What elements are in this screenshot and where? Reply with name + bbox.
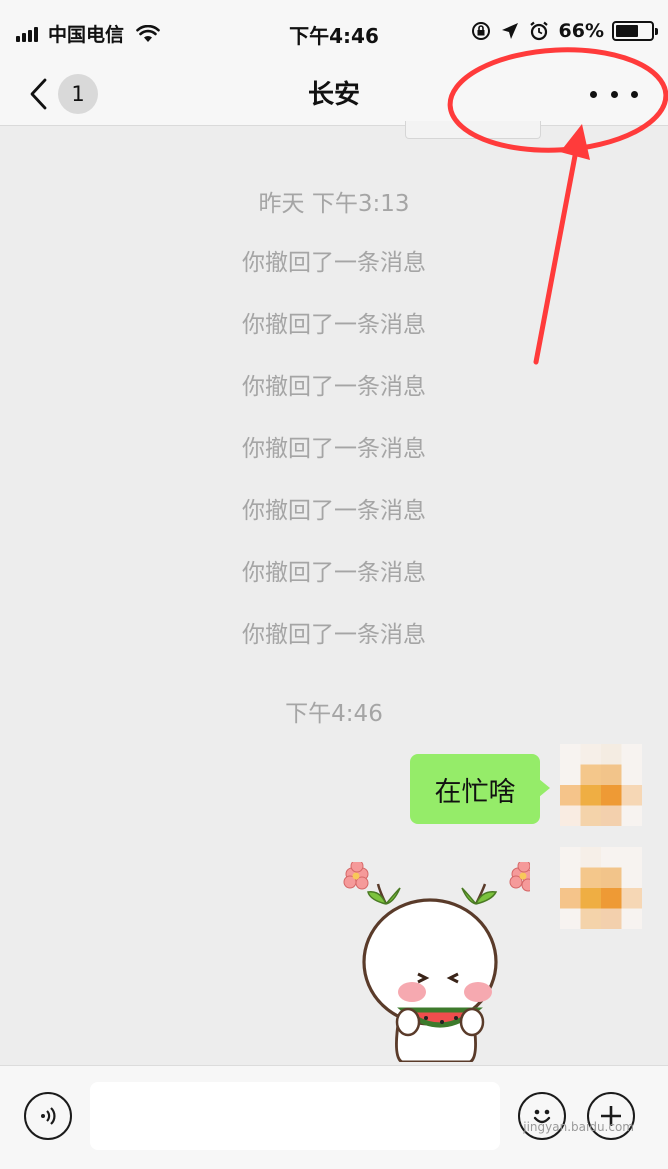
battery-percent: 66%	[558, 20, 604, 42]
battery-icon	[612, 21, 658, 41]
location-icon	[501, 23, 518, 39]
timestamp: 下午4:46	[285, 701, 383, 727]
more-dot	[610, 90, 618, 98]
avatar[interactable]	[560, 744, 642, 826]
voice-button[interactable]	[24, 1092, 72, 1140]
message-input[interactable]	[90, 1082, 500, 1150]
recalled-message-notice: 你撤回了一条消息	[242, 436, 426, 462]
recalled-message-notice: 你撤回了一条消息	[242, 374, 426, 400]
status-bar: 中国电信 下午4:46 66%	[0, 0, 668, 62]
more-button[interactable]	[590, 76, 638, 112]
nav-bar: 1 长安	[0, 62, 668, 126]
timestamp: 昨天 下午3:13	[258, 191, 410, 217]
more-dot	[631, 90, 638, 98]
chat-title: 长安	[307, 80, 360, 110]
voice-icon	[41, 1107, 56, 1125]
recalled-message-notice: 你撤回了一条消息	[242, 622, 426, 648]
rotation-lock-icon	[471, 22, 490, 40]
alarm-icon	[529, 21, 548, 41]
recalled-message-notice: 你撤回了一条消息	[242, 498, 426, 524]
chat-area[interactable]: 昨天 下午3:13 你撤回了一条消息 你撤回了一条消息 你撤回了一条消息 你撤回…	[0, 121, 668, 1065]
recalled-message-notice: 你撤回了一条消息	[242, 312, 426, 338]
watermelon-sticker[interactable]	[330, 862, 530, 1062]
recalled-message-notice: 你撤回了一条消息	[242, 560, 426, 586]
status-right: 66%	[471, 20, 658, 42]
avatar[interactable]	[560, 847, 642, 929]
input-bar	[0, 1065, 668, 1169]
recalled-message-notice: 你撤回了一条消息	[242, 250, 426, 276]
previous-message-card	[405, 121, 541, 139]
watermark: jingyan.baidu.com	[523, 1120, 634, 1134]
battery-fill	[616, 25, 638, 37]
more-dot	[590, 90, 597, 98]
sent-message-bubble[interactable]: 在忙啥	[410, 754, 550, 824]
